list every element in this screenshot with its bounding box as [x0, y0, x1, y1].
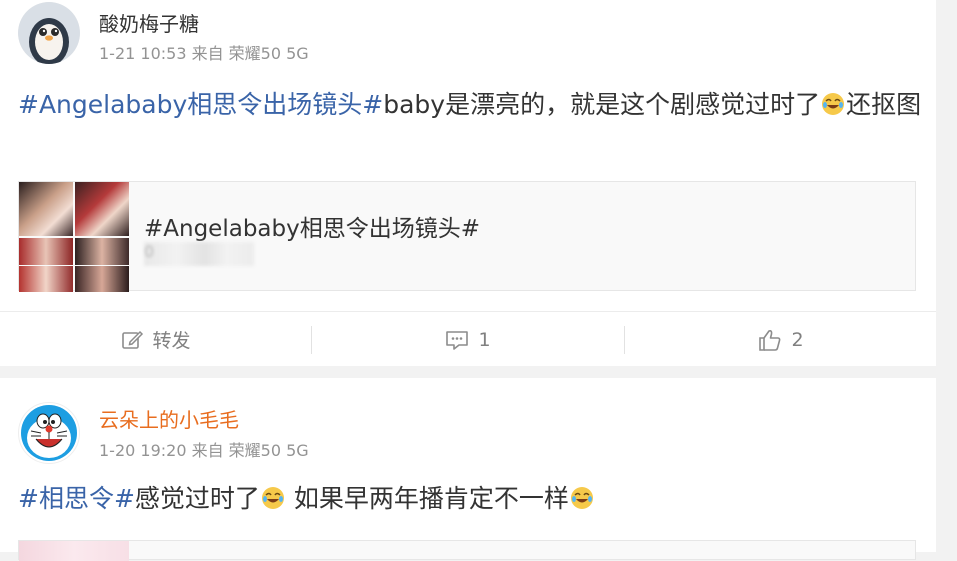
edit-square-icon: [122, 330, 144, 349]
laugh-cry-emoji-icon: [822, 93, 845, 115]
post-text: baby是漂亮的，就是这个剧感觉过时了: [383, 90, 821, 119]
post-meta: 1-21 10:53 来自 荣耀50 5G: [99, 44, 309, 63]
penguin-avatar-icon: [18, 2, 80, 64]
repost-label: 转发: [152, 330, 191, 352]
doraemon-avatar-icon: [21, 405, 77, 461]
comment-button[interactable]: 1: [312, 312, 623, 367]
post-content: #Angelababy相思令出场镜头#baby是漂亮的，就是这个剧感觉过时了 还…: [18, 84, 923, 126]
topic-card-subtitle: 0: [144, 242, 254, 266]
topic-card[interactable]: #Angelababy相思令出场镜头# 0: [18, 181, 916, 292]
laugh-cry-emoji-icon: [261, 487, 284, 509]
page-margin: [936, 0, 957, 552]
like-button[interactable]: 2: [625, 312, 936, 367]
post-actions-bar: 转发 1 2: [0, 311, 936, 367]
like-count: 2: [791, 328, 804, 351]
comment-count: 1: [478, 328, 491, 351]
hashtag-link[interactable]: #Angelababy相思令出场镜头#: [18, 90, 383, 119]
weibo-post: 酸奶梅子糖 1-21 10:53 来自 荣耀50 5G #Angelababy相…: [0, 0, 936, 366]
hashtag-link[interactable]: #相思令#: [18, 484, 135, 513]
topic-thumbnail-grid: [19, 182, 129, 292]
avatar[interactable]: [18, 402, 80, 464]
topic-card-title[interactable]: #Angelababy相思令出场镜头#: [144, 209, 480, 243]
topic-thumbnail: [19, 541, 129, 561]
topic-card[interactable]: [18, 540, 916, 561]
weibo-post: 云朵上的小毛毛 1-20 19:20 来自 荣耀50 5G #相思令#感觉过时了…: [0, 378, 936, 561]
post-meta: 1-20 19:20 来自 荣耀50 5G: [99, 441, 309, 460]
comment-icon: [446, 330, 469, 350]
post-text: 感觉过时了: [134, 484, 260, 513]
username[interactable]: 云朵上的小毛毛: [99, 404, 239, 433]
post-text: 还抠图: [846, 90, 922, 119]
username[interactable]: 酸奶梅子糖: [99, 8, 199, 37]
thumbs-up-icon: [759, 329, 781, 351]
avatar[interactable]: [18, 2, 80, 64]
repost-button[interactable]: 转发: [0, 312, 311, 367]
laugh-cry-emoji-icon: [570, 487, 593, 509]
post-text: 如果早两年播肯定不一样: [293, 484, 569, 513]
post-content: #相思令#感觉过时了 如果早两年播肯定不一样: [18, 478, 923, 520]
